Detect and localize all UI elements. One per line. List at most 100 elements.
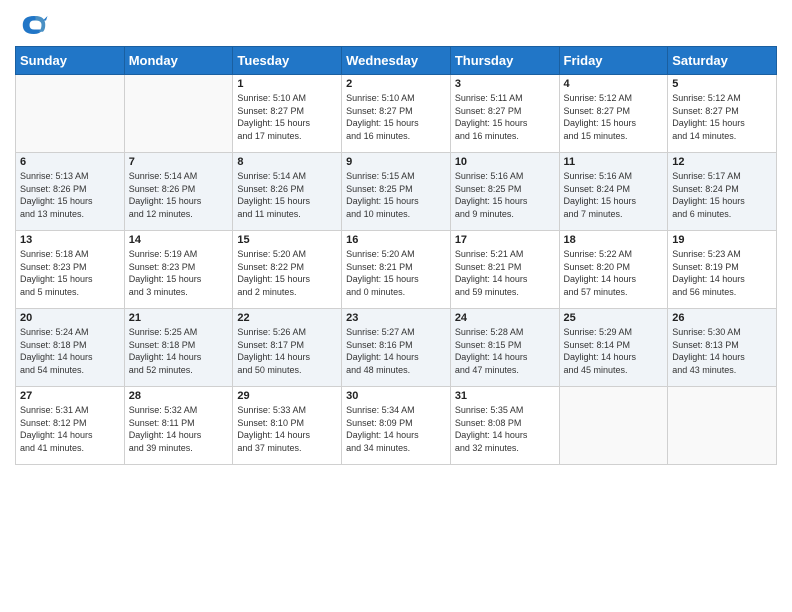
logo [15,10,49,40]
day-info: Sunrise: 5:15 AM Sunset: 8:25 PM Dayligh… [346,170,446,220]
day-number: 29 [237,390,337,402]
calendar-cell: 19Sunrise: 5:23 AM Sunset: 8:19 PM Dayli… [668,231,777,309]
day-number: 17 [455,234,555,246]
calendar-cell: 20Sunrise: 5:24 AM Sunset: 8:18 PM Dayli… [16,309,125,387]
day-number: 12 [672,156,772,168]
calendar-header-sunday: Sunday [16,47,125,75]
day-info: Sunrise: 5:27 AM Sunset: 8:16 PM Dayligh… [346,326,446,376]
day-number: 25 [564,312,664,324]
day-info: Sunrise: 5:29 AM Sunset: 8:14 PM Dayligh… [564,326,664,376]
day-info: Sunrise: 5:26 AM Sunset: 8:17 PM Dayligh… [237,326,337,376]
day-info: Sunrise: 5:14 AM Sunset: 8:26 PM Dayligh… [237,170,337,220]
calendar-header-saturday: Saturday [668,47,777,75]
header [15,10,777,40]
calendar-table: SundayMondayTuesdayWednesdayThursdayFrid… [15,46,777,465]
day-number: 14 [129,234,229,246]
day-info: Sunrise: 5:13 AM Sunset: 8:26 PM Dayligh… [20,170,120,220]
day-number: 1 [237,78,337,90]
day-number: 27 [20,390,120,402]
calendar-cell: 3 Sunrise: 5:11 AM Sunset: 8:27 PM Daylig… [450,75,559,153]
day-number: 13 [20,234,120,246]
day-info: Sunrise: 5:11 AM Sunset: 8:27 PM Dayligh… [455,92,555,142]
day-number: 19 [672,234,772,246]
calendar-cell: 9 Sunrise: 5:15 AM Sunset: 8:25 PM Daylig… [342,153,451,231]
calendar-header-row: SundayMondayTuesdayWednesdayThursdayFrid… [16,47,777,75]
day-number: 23 [346,312,446,324]
calendar-header-wednesday: Wednesday [342,47,451,75]
calendar-cell: 31 Sunrise: 5:35 AM Sunset: 8:08 PM Dayli… [450,387,559,465]
day-number: 21 [129,312,229,324]
calendar-cell: 17 Sunrise: 5:21 AM Sunset: 8:21 PM Dayli… [450,231,559,309]
day-info: Sunrise: 5:10 AM Sunset: 8:27 PM Dayligh… [346,92,446,142]
day-number: 24 [455,312,555,324]
day-info: Sunrise: 5:16 AM Sunset: 8:24 PM Dayligh… [564,170,664,220]
day-info: Sunrise: 5:28 AM Sunset: 8:15 PM Dayligh… [455,326,555,376]
day-number: 6 [20,156,120,168]
day-number: 11 [564,156,664,168]
day-number: 30 [346,390,446,402]
calendar-cell [16,75,125,153]
calendar-cell: 29 Sunrise: 5:33 AM Sunset: 8:10 PM Dayli… [233,387,342,465]
calendar-cell: 4 Sunrise: 5:12 AM Sunset: 8:27 PM Daylig… [559,75,668,153]
calendar-cell: 24 Sunrise: 5:28 AM Sunset: 8:15 PM Dayli… [450,309,559,387]
calendar-cell: 14 Sunrise: 5:19 AM Sunset: 8:23 PM Dayli… [124,231,233,309]
calendar-cell [559,387,668,465]
day-info: Sunrise: 5:21 AM Sunset: 8:21 PM Dayligh… [455,248,555,298]
calendar-cell: 15 Sunrise: 5:20 AM Sunset: 8:22 PM Dayli… [233,231,342,309]
calendar-header-thursday: Thursday [450,47,559,75]
day-number: 3 [455,78,555,90]
calendar-cell: 6 Sunrise: 5:13 AM Sunset: 8:26 PM Daylig… [16,153,125,231]
calendar-cell: 10Sunrise: 5:16 AM Sunset: 8:25 PM Dayli… [450,153,559,231]
day-info: Sunrise: 5:10 AM Sunset: 8:27 PM Dayligh… [237,92,337,142]
day-info: Sunrise: 5:20 AM Sunset: 8:22 PM Dayligh… [237,248,337,298]
calendar-cell: 22 Sunrise: 5:26 AM Sunset: 8:17 PM Dayli… [233,309,342,387]
day-number: 31 [455,390,555,402]
day-number: 4 [564,78,664,90]
day-info: Sunrise: 5:31 AM Sunset: 8:12 PM Dayligh… [20,404,120,454]
calendar-week-row: 27 Sunrise: 5:31 AM Sunset: 8:12 PM Dayli… [16,387,777,465]
day-number: 8 [237,156,337,168]
day-number: 2 [346,78,446,90]
day-info: Sunrise: 5:32 AM Sunset: 8:11 PM Dayligh… [129,404,229,454]
day-info: Sunrise: 5:33 AM Sunset: 8:10 PM Dayligh… [237,404,337,454]
day-info: Sunrise: 5:12 AM Sunset: 8:27 PM Dayligh… [672,92,772,142]
calendar-header-tuesday: Tuesday [233,47,342,75]
calendar-cell: 11 Sunrise: 5:16 AM Sunset: 8:24 PM Dayli… [559,153,668,231]
day-info: Sunrise: 5:24 AM Sunset: 8:18 PM Dayligh… [20,326,120,376]
calendar-cell: 23 Sunrise: 5:27 AM Sunset: 8:16 PM Dayli… [342,309,451,387]
calendar-cell: 13 Sunrise: 5:18 AM Sunset: 8:23 PM Dayli… [16,231,125,309]
day-info: Sunrise: 5:17 AM Sunset: 8:24 PM Dayligh… [672,170,772,220]
day-info: Sunrise: 5:25 AM Sunset: 8:18 PM Dayligh… [129,326,229,376]
day-info: Sunrise: 5:20 AM Sunset: 8:21 PM Dayligh… [346,248,446,298]
calendar-cell: 27 Sunrise: 5:31 AM Sunset: 8:12 PM Dayli… [16,387,125,465]
day-info: Sunrise: 5:22 AM Sunset: 8:20 PM Dayligh… [564,248,664,298]
day-info: Sunrise: 5:12 AM Sunset: 8:27 PM Dayligh… [564,92,664,142]
day-number: 7 [129,156,229,168]
calendar-cell: 28 Sunrise: 5:32 AM Sunset: 8:11 PM Dayli… [124,387,233,465]
day-number: 15 [237,234,337,246]
calendar-cell: 30Sunrise: 5:34 AM Sunset: 8:09 PM Dayli… [342,387,451,465]
day-number: 28 [129,390,229,402]
day-number: 18 [564,234,664,246]
day-info: Sunrise: 5:30 AM Sunset: 8:13 PM Dayligh… [672,326,772,376]
calendar-cell: 8 Sunrise: 5:14 AM Sunset: 8:26 PM Daylig… [233,153,342,231]
day-info: Sunrise: 5:35 AM Sunset: 8:08 PM Dayligh… [455,404,555,454]
calendar-cell: 18 Sunrise: 5:22 AM Sunset: 8:20 PM Dayli… [559,231,668,309]
calendar-cell [668,387,777,465]
day-number: 26 [672,312,772,324]
day-number: 9 [346,156,446,168]
day-info: Sunrise: 5:18 AM Sunset: 8:23 PM Dayligh… [20,248,120,298]
calendar-cell: 1 Sunrise: 5:10 AM Sunset: 8:27 PM Daylig… [233,75,342,153]
day-info: Sunrise: 5:19 AM Sunset: 8:23 PM Dayligh… [129,248,229,298]
calendar-cell: 2 Sunrise: 5:10 AM Sunset: 8:27 PM Daylig… [342,75,451,153]
calendar-cell: 25 Sunrise: 5:29 AM Sunset: 8:14 PM Dayli… [559,309,668,387]
calendar-cell: 7Sunrise: 5:14 AM Sunset: 8:26 PM Daylig… [124,153,233,231]
calendar-cell: 16Sunrise: 5:20 AM Sunset: 8:21 PM Dayli… [342,231,451,309]
day-info: Sunrise: 5:16 AM Sunset: 8:25 PM Dayligh… [455,170,555,220]
calendar-cell [124,75,233,153]
calendar-cell: 21 Sunrise: 5:25 AM Sunset: 8:18 PM Dayli… [124,309,233,387]
calendar-cell: 12 Sunrise: 5:17 AM Sunset: 8:24 PM Dayli… [668,153,777,231]
day-number: 22 [237,312,337,324]
day-number: 5 [672,78,772,90]
calendar-cell: 5 Sunrise: 5:12 AM Sunset: 8:27 PM Daylig… [668,75,777,153]
